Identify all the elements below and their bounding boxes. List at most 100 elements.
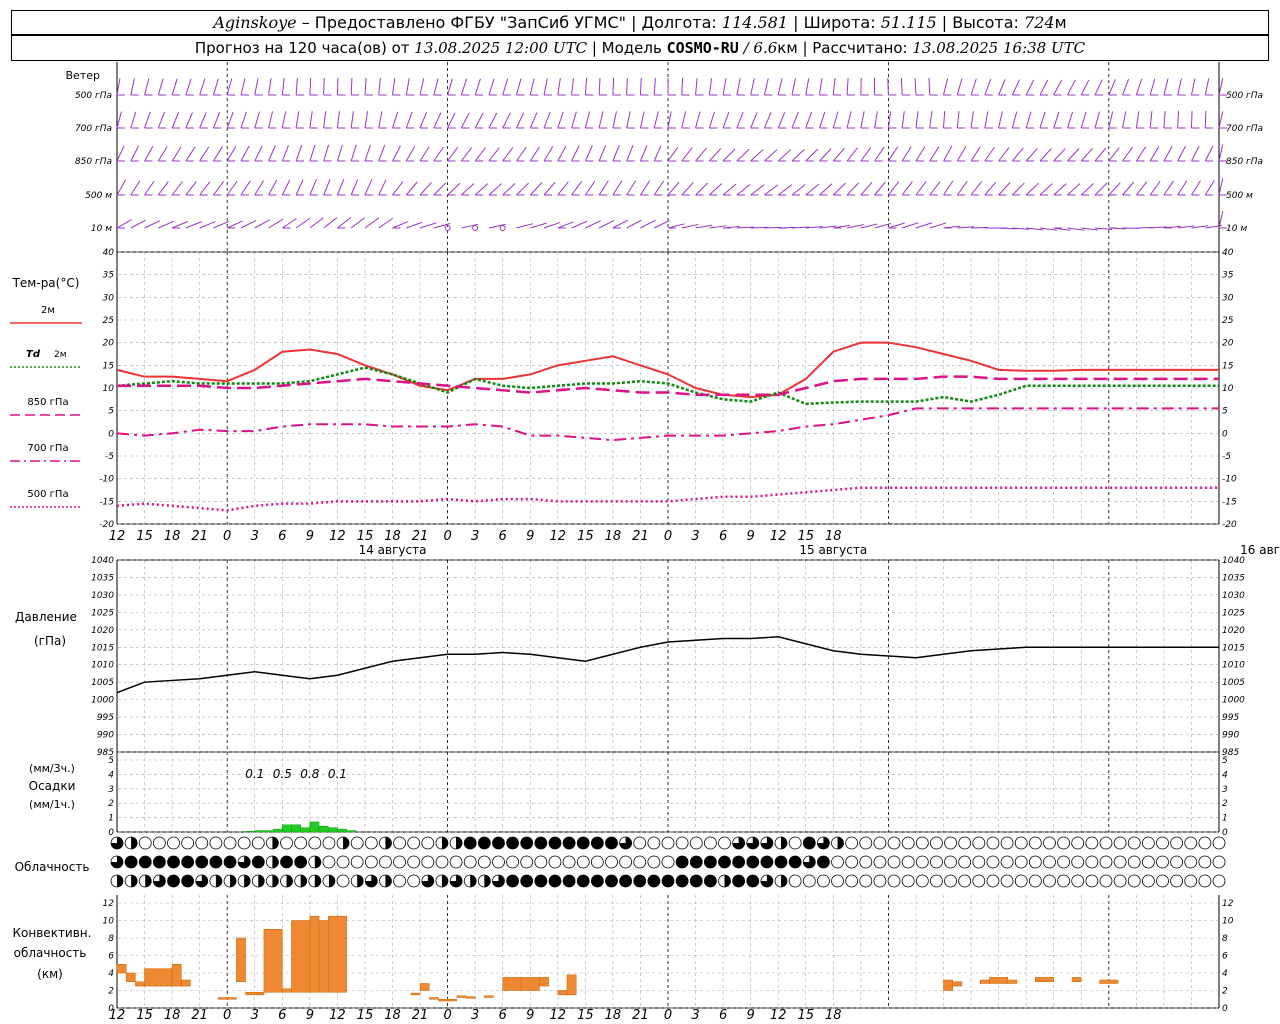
wind-barb xyxy=(336,77,339,96)
wind-barb xyxy=(116,180,126,196)
wind-barb xyxy=(212,112,221,129)
cloud-cover-symbol xyxy=(1198,836,1212,850)
wind-barb xyxy=(433,112,442,129)
cloud-cover-symbol xyxy=(1085,874,1099,888)
wind-barb xyxy=(502,78,509,96)
wind-barb xyxy=(667,111,672,129)
wind-barb xyxy=(309,111,313,129)
cloud-cover-fill xyxy=(591,837,604,849)
wind-level-label-right: 700 гПа xyxy=(1226,124,1263,134)
cloud-cover-symbol xyxy=(1170,874,1184,888)
hour-tick-label-bottom: 0 xyxy=(223,1008,231,1023)
wind-barb xyxy=(791,112,799,129)
cloud-cover-fill xyxy=(506,837,519,849)
cloud-cover-fill xyxy=(781,875,788,887)
temp-axis-tick-left: 10 xyxy=(103,384,115,394)
wind-barb xyxy=(240,145,250,162)
cloud-cover-symbol xyxy=(930,874,943,888)
wind-barb xyxy=(460,147,473,162)
cloud-cover-fill xyxy=(230,875,237,887)
day-label: 15 августа xyxy=(799,543,867,557)
wind-barb xyxy=(970,111,974,129)
wind-barb xyxy=(268,78,272,96)
wind-barb xyxy=(309,144,316,162)
pressure-axis-tick-right: 1010 xyxy=(1222,661,1245,671)
wind-barb xyxy=(929,146,940,162)
cloud-cover-symbol xyxy=(576,855,590,869)
cloud-cover-fill xyxy=(328,875,335,887)
cloud-cover-fill xyxy=(760,856,773,868)
convective-axis-tick-right: 4 xyxy=(1222,969,1228,979)
convective-axis-tick-left: 4 xyxy=(108,969,114,979)
wind-barb xyxy=(1067,79,1076,96)
wind-barb xyxy=(488,112,498,129)
cloud-cover-fill xyxy=(492,837,505,849)
wind-barb xyxy=(171,221,188,229)
wind-barb xyxy=(144,111,151,129)
cloud-cover-symbol xyxy=(1212,874,1226,888)
precip-3h-total: 0.1 xyxy=(328,767,347,781)
convective-cloud-bar xyxy=(144,968,173,987)
pressure-axis-tick-left: 1025 xyxy=(91,608,114,618)
wind-level-label-right: 500 м xyxy=(1226,191,1253,201)
wind-barb xyxy=(1163,111,1166,129)
cloud-cover-symbol xyxy=(944,874,957,888)
cloud-cover-symbol xyxy=(407,874,421,888)
cloud-cover-symbol xyxy=(944,855,957,869)
wind-barb xyxy=(268,179,278,196)
wind-barb xyxy=(1163,145,1173,162)
wind-barb xyxy=(1011,111,1018,129)
hour-tick-label-bottom: 21 xyxy=(632,1008,649,1023)
wind-barb xyxy=(1108,79,1116,96)
cloud-cover-symbol xyxy=(930,855,943,869)
wind-barb xyxy=(295,217,311,229)
wind-barb xyxy=(1135,146,1147,162)
wind-barb xyxy=(447,112,456,129)
convective-cloud-bar xyxy=(245,992,265,996)
wind-barb xyxy=(639,111,645,129)
wind-barb xyxy=(1012,182,1025,196)
precip-3h-total: 0.8 xyxy=(300,767,319,781)
cloud-cover-fill xyxy=(181,856,194,868)
wind-barb xyxy=(488,223,506,229)
cloud-cover-fill xyxy=(506,875,519,887)
temp-axis-tick-right: 40 xyxy=(1222,248,1234,258)
cloud-cover-symbol xyxy=(605,855,618,869)
wind-barb xyxy=(874,111,878,129)
pressure-axis-tick-left: 990 xyxy=(97,731,114,741)
convective-cloud-bar xyxy=(484,995,494,998)
cloud-cover-symbol xyxy=(675,836,689,850)
wind-barb xyxy=(1025,79,1035,96)
wind-barb xyxy=(708,78,713,96)
hour-tick-label: 12 xyxy=(770,529,787,544)
wind-barb xyxy=(557,181,569,196)
wind-barb xyxy=(598,145,607,162)
wind-barb xyxy=(1191,180,1201,196)
convective-cloud-bar xyxy=(989,977,1009,984)
wind-barb xyxy=(943,78,949,96)
wind-barb xyxy=(199,181,211,196)
convective-cloud-bar xyxy=(291,920,311,993)
convective-cloud-bar xyxy=(309,915,320,993)
pressure-axis-tick-right: 1030 xyxy=(1222,591,1245,601)
wind-barb xyxy=(254,78,259,96)
wind-barb xyxy=(130,145,140,162)
cloud-cover-symbol xyxy=(958,836,972,850)
wind-panel-title: Ветер xyxy=(66,69,100,82)
wind-barb xyxy=(860,111,865,129)
wind-barb xyxy=(764,184,779,196)
precip-bar xyxy=(327,827,338,833)
wind-barb xyxy=(1039,79,1049,96)
temp-legend-label: 700 гПа xyxy=(27,443,68,454)
wind-level-label-left: 10 м xyxy=(91,224,112,234)
convective-cloud-bar xyxy=(566,974,577,996)
precip-axis-tick-right: 1 xyxy=(1222,814,1228,824)
temp-axis-tick-left: 20 xyxy=(103,339,115,349)
cloud-cover-symbol xyxy=(845,874,859,888)
wind-barb xyxy=(1053,79,1063,96)
wind-barb xyxy=(819,111,826,129)
hour-tick-label-bottom: 0 xyxy=(443,1008,451,1023)
wind-barb xyxy=(447,147,459,162)
convective-axis-tick-right: 6 xyxy=(1222,952,1228,962)
hour-tick-label: 15 xyxy=(136,529,153,544)
